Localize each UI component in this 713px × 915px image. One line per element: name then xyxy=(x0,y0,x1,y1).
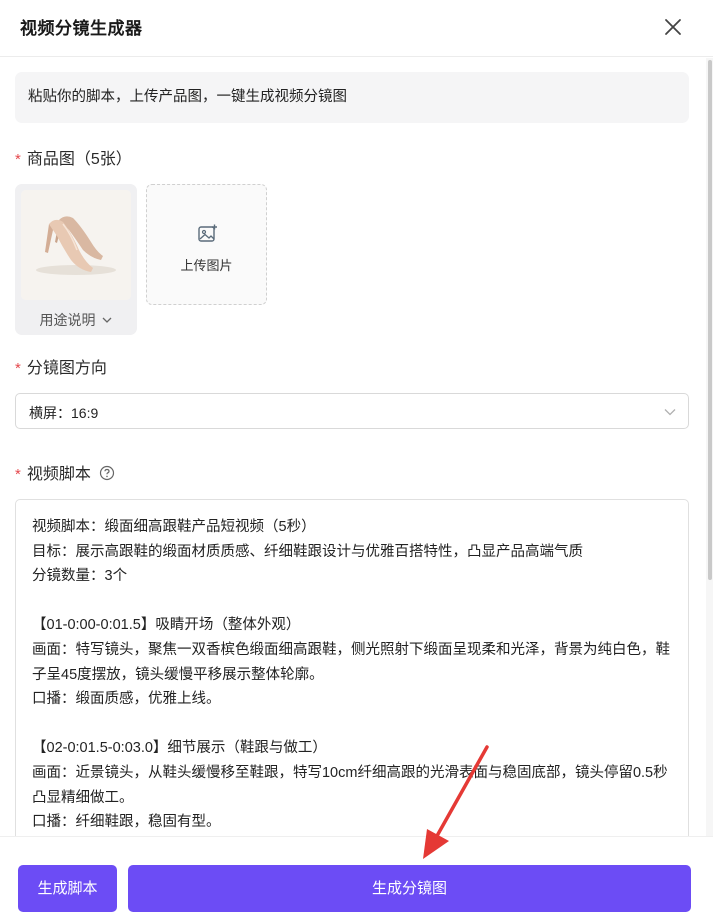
orientation-selected-value: 横屏：16:9 xyxy=(29,405,99,421)
dialog-header: 视频分镜生成器 xyxy=(0,0,713,57)
scrollbar-thumb[interactable] xyxy=(708,60,712,580)
orientation-select[interactable]: 横屏：16:9 xyxy=(15,393,689,429)
video-script-label-text: 视频脚本 xyxy=(26,466,91,483)
dialog-footer: 生成脚本 生成分镜图 xyxy=(0,836,713,915)
usage-description-label: 用途说明 xyxy=(39,312,96,328)
image-add-icon xyxy=(197,223,219,245)
dialog-title: 视频分镜生成器 xyxy=(20,19,143,38)
upload-image-label: 上传图片 xyxy=(180,258,233,273)
required-mark: * xyxy=(15,466,21,483)
chevron-down-icon xyxy=(102,317,112,323)
orientation-label: * 分镜图方向 xyxy=(15,354,107,378)
question-circle-icon[interactable] xyxy=(99,465,115,481)
video-script-textarea[interactable]: 视频脚本：缎面细高跟鞋产品短视频（5秒） 目标：展示高跟鞋的缎面材质质感、纤细鞋… xyxy=(15,499,689,836)
close-icon[interactable] xyxy=(660,14,686,40)
video-script-content[interactable]: 视频脚本：缎面细高跟鞋产品短视频（5秒） 目标：展示高跟鞋的缎面材质质感、纤细鞋… xyxy=(32,515,677,835)
product-images-label: * 商品图（5张） xyxy=(15,145,132,169)
required-mark: * xyxy=(15,151,21,168)
form-body: 粘贴你的脚本，上传产品图，一键生成视频分镜图 * 商品图（5张） 用途说明 上传… xyxy=(0,58,713,836)
intro-banner: 粘贴你的脚本，上传产品图，一键生成视频分镜图 xyxy=(15,72,689,123)
upload-image-button[interactable]: 上传图片 xyxy=(146,184,267,305)
usage-description-dropdown[interactable]: 用途说明 xyxy=(15,310,137,330)
product-images-label-text: 商品图（5张） xyxy=(26,151,132,168)
generate-script-button[interactable]: 生成脚本 xyxy=(18,865,117,912)
required-mark: * xyxy=(15,360,21,377)
orientation-label-text: 分镜图方向 xyxy=(26,360,107,377)
chevron-down-icon xyxy=(664,409,676,416)
product-image-thumbnail[interactable] xyxy=(21,190,131,300)
video-script-label: * 视频脚本 xyxy=(15,460,115,484)
product-image-card[interactable]: 用途说明 xyxy=(15,184,137,335)
generate-storyboard-button[interactable]: 生成分镜图 xyxy=(128,865,691,912)
